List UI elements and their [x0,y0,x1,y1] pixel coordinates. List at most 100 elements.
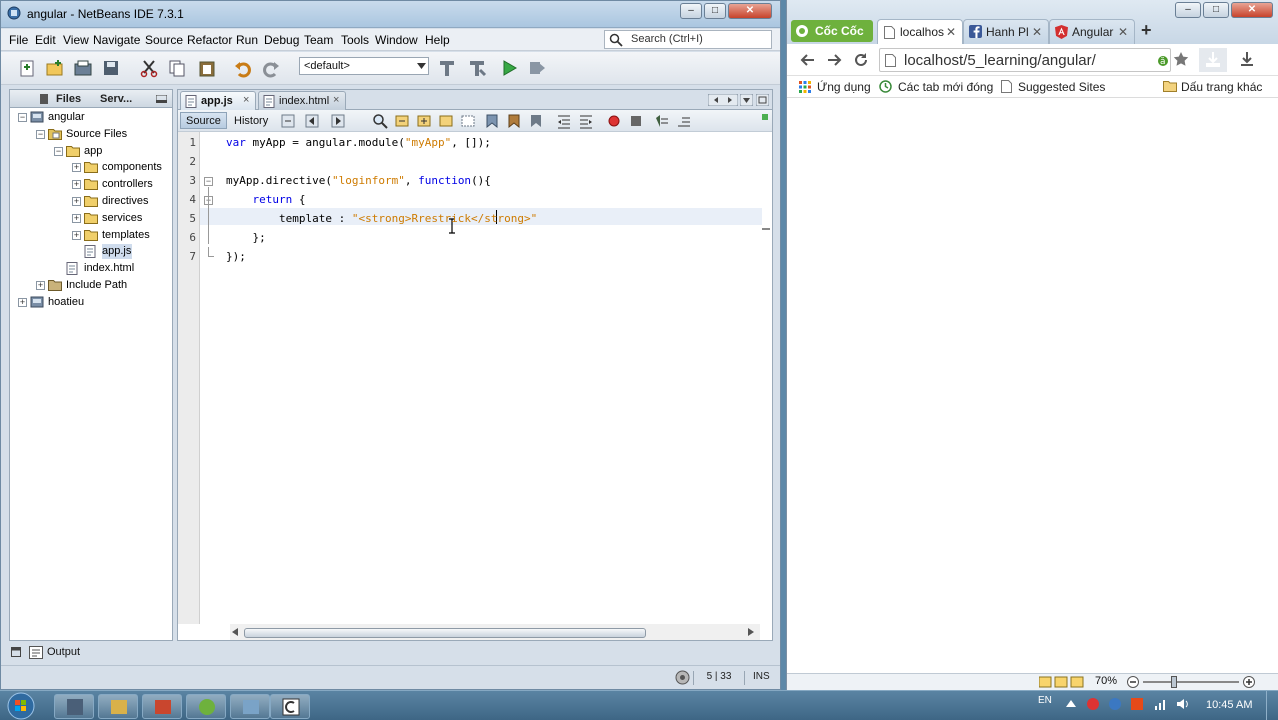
code-line[interactable]: return { [226,193,305,206]
code-line[interactable]: var myApp = angular.module("myApp", []); [226,136,491,149]
expand-icon[interactable]: + [72,197,81,206]
stop-macro-recording-icon[interactable] [628,113,644,129]
menu-window[interactable]: Window [375,33,418,47]
language-indicator[interactable]: EN [1038,695,1052,706]
collapse-icon[interactable]: − [18,113,27,122]
expand-icon[interactable]: + [18,297,27,307]
code-line[interactable]: }); [226,250,246,263]
comment-icon[interactable] [654,113,670,129]
download-manager-icon[interactable] [1199,48,1227,72]
scroll-tabs-left-icon[interactable] [708,94,738,106]
zoom-in-icon[interactable] [1243,676,1255,688]
paste-icon[interactable] [197,58,217,78]
minimize-panel-icon[interactable] [156,95,167,103]
restore-panel-icon[interactable] [11,647,21,657]
page-content[interactable] [787,99,1278,673]
tray-icon-2[interactable] [1108,697,1122,711]
tree-item[interactable]: + components [10,160,172,176]
tree-item[interactable]: index.html [10,261,172,277]
minimize-button[interactable]: – [680,3,702,19]
menu-view[interactable]: View [63,33,89,47]
next-bookmark-icon[interactable] [506,113,522,129]
tree-item[interactable]: + Include Path [10,278,172,294]
menu-refactor[interactable]: Refactor [187,33,232,47]
tree-item[interactable]: + directives [10,194,172,210]
volume-icon[interactable] [1176,697,1190,711]
redo-icon[interactable] [261,58,281,78]
taskbar-app-5[interactable] [230,694,270,719]
expand-icon[interactable]: + [36,281,45,290]
forward-icon[interactable] [330,113,346,129]
expand-icon[interactable]: + [72,213,81,223]
browser-close-button[interactable]: ✕ [1231,2,1273,18]
close-tab-icon[interactable]: × [243,94,249,106]
tree-item[interactable]: − app [10,144,172,160]
open-project-icon[interactable] [73,58,93,78]
last-edit-icon[interactable] [280,113,296,129]
close-tab-icon[interactable]: ✕ [1118,25,1128,39]
zoom-slider[interactable] [1143,681,1239,683]
tray-icon-3[interactable] [1130,697,1144,711]
collapse-icon[interactable]: − [36,129,45,139]
taskbar-app-6[interactable] [270,694,310,719]
bookmark-recent-tabs[interactable]: Các tab mới đóng [898,80,993,94]
show-desktop-button[interactable] [1266,691,1278,720]
copy-icon[interactable] [167,58,187,78]
shift-left-icon[interactable] [556,113,572,129]
clean-build-icon[interactable] [467,58,487,78]
menu-source[interactable]: Source [145,33,183,47]
reload-icon[interactable] [853,52,869,68]
address-bar[interactable]: localhost/5_learning/angular/ [879,48,1171,72]
tree-item[interactable]: + hoatieu [10,295,172,311]
shift-right-icon[interactable] [578,113,594,129]
uncomment-icon[interactable] [676,113,692,129]
toggle-highlight-icon[interactable] [438,113,454,129]
new-file-icon[interactable] [17,58,37,78]
menu-navigate[interactable]: Navigate [93,33,140,47]
horizontal-scrollbar-thumb[interactable] [244,628,646,638]
undo-icon[interactable] [233,58,253,78]
code-line[interactable]: }; [226,231,265,244]
expand-icon[interactable]: + [72,230,81,240]
close-tab-icon[interactable]: × [333,94,339,106]
network-icon[interactable] [1154,697,1168,711]
clock[interactable]: 10:45 AM [1206,699,1252,711]
restore-button[interactable]: □ [704,3,726,19]
menu-edit[interactable]: Edit [35,33,56,47]
menu-file[interactable]: File [9,33,28,47]
code-line[interactable]: template : "<strong>Rrestrick</strong>" [226,212,537,225]
tab-app-js[interactable]: app.js × [180,91,256,110]
scroll-right-arrow-icon[interactable] [748,628,754,636]
start-button-icon[interactable] [6,692,36,720]
run-icon[interactable] [499,58,519,78]
star-bookmark-icon[interactable] [1173,51,1189,67]
back-arrow-icon[interactable] [799,52,815,68]
toggle-rectangular-selection-icon[interactable] [460,113,476,129]
bookmark-apps[interactable]: Ứng dụng [817,80,871,94]
taskbar-app-2[interactable] [98,694,138,719]
cut-icon[interactable] [139,58,159,78]
browser-tab-angular[interactable]: Angular ✕ [1049,19,1135,44]
find-previous-icon[interactable] [394,113,410,129]
close-tab-icon[interactable]: ✕ [1032,25,1042,39]
tree-item[interactable]: + templates [10,228,172,244]
menu-run[interactable]: Run [236,33,258,47]
chevron-down-icon[interactable] [417,63,426,69]
previous-bookmark-icon[interactable] [484,113,500,129]
source-view-button[interactable]: Source [180,112,227,129]
build-icon[interactable] [437,58,457,78]
bookmark-suggested-sites[interactable]: Suggested Sites [1018,80,1105,94]
menu-tools[interactable]: Tools [341,33,369,47]
browser-restore-button[interactable]: □ [1203,2,1229,18]
new-project-icon[interactable] [45,58,65,78]
zoom-out-icon[interactable] [1127,676,1139,688]
show-opened-documents-icon[interactable] [740,94,753,106]
taskbar-app-1[interactable] [54,694,94,719]
browser-minimize-button[interactable]: – [1175,2,1201,18]
tree-item[interactable]: + controllers [10,177,172,193]
output-panel-button[interactable]: Output [9,643,173,663]
other-bookmarks[interactable]: Dấu trang khác [1181,80,1262,94]
save-all-icon[interactable] [101,58,121,78]
netbeans-title-bar[interactable]: angular - NetBeans IDE 7.3.1 – □ ✕ [1,1,780,28]
tree-item[interactable]: − angular [10,110,172,126]
